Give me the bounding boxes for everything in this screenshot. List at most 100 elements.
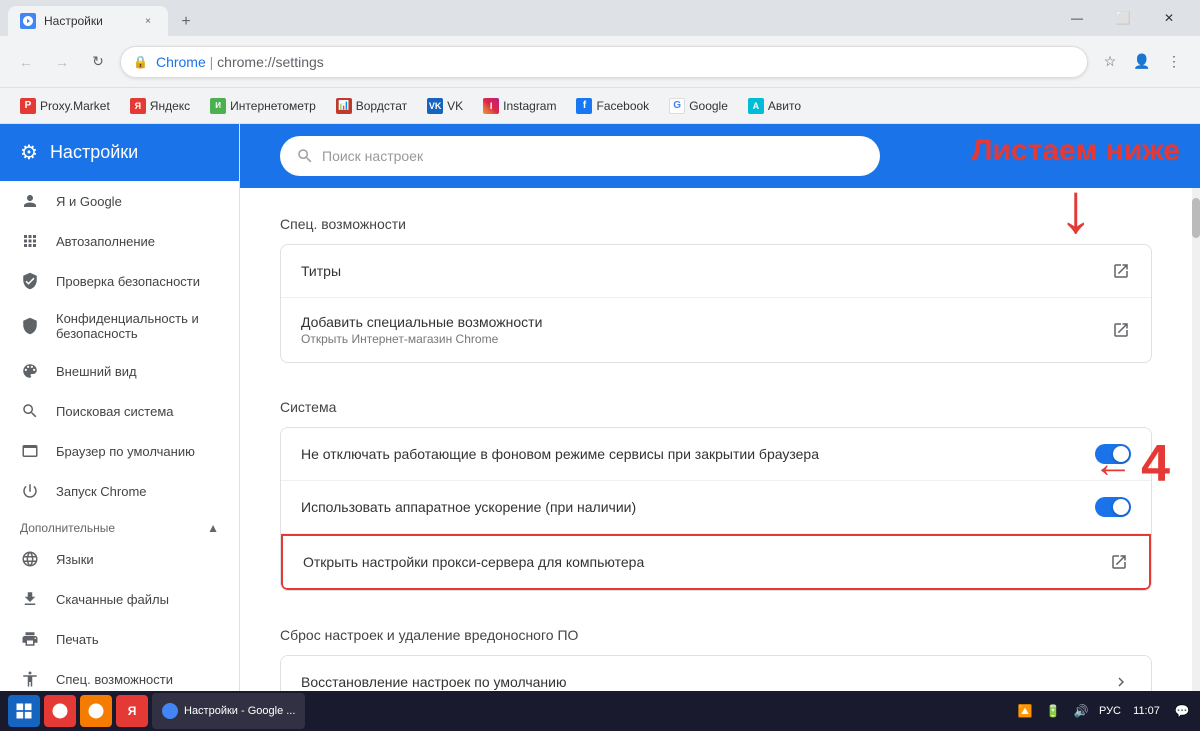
sidebar-label-startup: Запуск Chrome: [56, 484, 147, 499]
sidebar-item-autofill[interactable]: Автозаполнение: [0, 221, 239, 261]
minimize-button[interactable]: —: [1054, 0, 1100, 36]
sidebar-label-accessibility: Спец. возможности: [56, 672, 173, 687]
download-icon: [20, 589, 40, 609]
sidebar-item-accessibility[interactable]: Спец. возможности: [0, 659, 239, 691]
captions-row[interactable]: Титры: [281, 245, 1151, 298]
taskbar-orange-icon[interactable]: [80, 695, 112, 727]
hardware-accel-toggle[interactable]: [1095, 497, 1131, 517]
sidebar-item-search[interactable]: Поисковая система: [0, 391, 239, 431]
bookmark-facebook[interactable]: f Facebook: [568, 94, 657, 118]
sidebar-item-startup[interactable]: Запуск Chrome: [0, 471, 239, 511]
bookmark-label-word: Вордстат: [356, 99, 407, 113]
taskbar-chrome-item[interactable]: Настройки - Google ...: [152, 693, 305, 729]
url-bar[interactable]: 🔒 Chrome | chrome://settings: [120, 46, 1088, 78]
system-group: Не отключать работающие в фоновом режиме…: [280, 427, 1152, 591]
hardware-accel-row[interactable]: Использовать аппаратное ускорение (при н…: [281, 481, 1151, 534]
shield-check-icon: [20, 271, 40, 291]
sidebar-label-ya-google: Я и Google: [56, 194, 122, 209]
profile-button[interactable]: 👤: [1128, 48, 1156, 76]
tab-strip: Настройки × +: [8, 0, 200, 36]
sidebar-label-autofill: Автозаполнение: [56, 234, 155, 249]
menu-button[interactable]: ⋮: [1160, 48, 1188, 76]
bookmark-favicon-proxy: P: [20, 98, 36, 114]
bookmark-avito[interactable]: А Авито: [740, 94, 809, 118]
sidebar-header: ⚙ Настройки: [0, 124, 239, 181]
taskbar-yandex-icon[interactable]: Я: [116, 695, 148, 727]
browser-icon: [20, 441, 40, 461]
collapse-icon: ▲: [207, 521, 219, 535]
tray-network-icon: 🔼: [1015, 701, 1035, 721]
close-button[interactable]: ✕: [1146, 0, 1192, 36]
tab-title: Настройки: [44, 14, 103, 28]
sidebar-item-security[interactable]: Проверка безопасности: [0, 261, 239, 301]
sidebar-label-privacy: Конфиденциальность и безопасность: [56, 311, 219, 341]
maximize-button[interactable]: ⬜: [1100, 0, 1146, 36]
taskbar-firefox-icon[interactable]: [44, 695, 76, 727]
back-button[interactable]: ←: [12, 48, 40, 76]
security-icon: 🔒: [133, 55, 148, 69]
bookmark-button[interactable]: ☆: [1096, 48, 1124, 76]
sidebar-item-privacy[interactable]: Конфиденциальность и безопасность: [0, 301, 239, 351]
bookmark-wordstat[interactable]: 📊 Вордстат: [328, 94, 415, 118]
sidebar-label-security: Проверка безопасности: [56, 274, 200, 289]
sidebar-item-downloads[interactable]: Скачанные файлы: [0, 579, 239, 619]
sidebar-label-languages: Языки: [56, 552, 94, 567]
bookmark-google[interactable]: G Google: [661, 94, 736, 118]
bookmark-vk[interactable]: VK VK: [419, 94, 471, 118]
bookmark-label-fb: Facebook: [596, 99, 649, 113]
sidebar-item-browser[interactable]: Браузер по умолчанию: [0, 431, 239, 471]
special-section-title: Спец. возможности: [280, 188, 1152, 244]
content-scroll-thumb: [1192, 198, 1200, 238]
active-tab[interactable]: Настройки ×: [8, 6, 168, 36]
bookmark-instagram[interactable]: I Instagram: [475, 94, 564, 118]
bookmark-favicon-yandex: Я: [130, 98, 146, 114]
windows-start-button[interactable]: [8, 695, 40, 727]
sidebar-item-print[interactable]: Печать: [0, 619, 239, 659]
grid-icon: [20, 231, 40, 251]
bookmark-favicon-vk: VK: [427, 98, 443, 114]
bookmark-label-google: Google: [689, 99, 728, 113]
address-actions: ☆ 👤 ⋮: [1096, 48, 1188, 76]
bookmark-internetometer[interactable]: И Интернетометр: [202, 94, 324, 118]
refresh-button[interactable]: ↻: [84, 48, 112, 76]
sidebar-item-languages[interactable]: Языки: [0, 539, 239, 579]
background-services-row[interactable]: Не отключать работающие в фоновом режиме…: [281, 428, 1151, 481]
bookmark-proxy-market[interactable]: P Proxy.Market: [12, 94, 118, 118]
window-controls: — ⬜ ✕: [1054, 0, 1192, 36]
new-tab-button[interactable]: +: [172, 8, 200, 36]
reset-section-title: Сброс настроек и удаление вредоносного П…: [280, 599, 1152, 655]
captions-label: Титры: [301, 263, 1111, 279]
add-special-row[interactable]: Добавить специальные возможности Открыть…: [281, 298, 1151, 362]
sidebar-item-appearance[interactable]: Внешний вид: [0, 351, 239, 391]
shield-icon: [20, 316, 40, 336]
proxy-settings-label: Открыть настройки прокси-сервера для ком…: [303, 554, 1109, 570]
content-wrapper: ⚙ Настройки Я и Google Автозаполнение: [0, 124, 1200, 691]
background-services-toggle[interactable]: [1095, 444, 1131, 464]
proxy-settings-row[interactable]: Открыть настройки прокси-сервера для ком…: [281, 534, 1151, 590]
sidebar-label-search: Поисковая система: [56, 404, 174, 419]
taskbar-chrome-icon: [162, 703, 178, 719]
forward-button[interactable]: →: [48, 48, 76, 76]
tab-close-button[interactable]: ×: [140, 13, 156, 29]
advanced-section-label[interactable]: Дополнительные ▲: [0, 511, 239, 539]
advanced-section-title: Дополнительные: [20, 521, 115, 535]
add-special-label: Добавить специальные возможности: [301, 314, 1111, 330]
tab-favicon: [20, 13, 36, 29]
special-abilities-group: Титры Добавить специальные возможности О…: [280, 244, 1152, 363]
sidebar-item-ya-google[interactable]: Я и Google: [0, 181, 239, 221]
settings-content: Спец. возможности Титры Добавить специал…: [240, 188, 1192, 691]
bookmark-favicon-fb: f: [576, 98, 592, 114]
background-services-label: Не отключать работающие в фоновом режиме…: [301, 446, 1095, 462]
add-special-sublabel: Открыть Интернет-магазин Chrome: [301, 332, 1111, 346]
bookmark-label-yandex: Яндекс: [150, 99, 190, 113]
restore-defaults-row[interactable]: Восстановление настроек по умолчанию: [281, 656, 1151, 691]
system-section-title: Система: [280, 371, 1152, 427]
restore-defaults-chevron: [1111, 672, 1131, 691]
content-scrollbar[interactable]: [1192, 188, 1200, 691]
bookmark-favicon-ig: I: [483, 98, 499, 114]
settings-search-bar[interactable]: Поиск настроек: [280, 136, 880, 176]
bookmark-favicon-google: G: [669, 98, 685, 114]
bookmark-yandex[interactable]: Я Яндекс: [122, 94, 198, 118]
sidebar-label-appearance: Внешний вид: [56, 364, 137, 379]
taskbar-tray: 🔼 🔋 🔊 РУС 11:07 💬: [1015, 701, 1192, 721]
